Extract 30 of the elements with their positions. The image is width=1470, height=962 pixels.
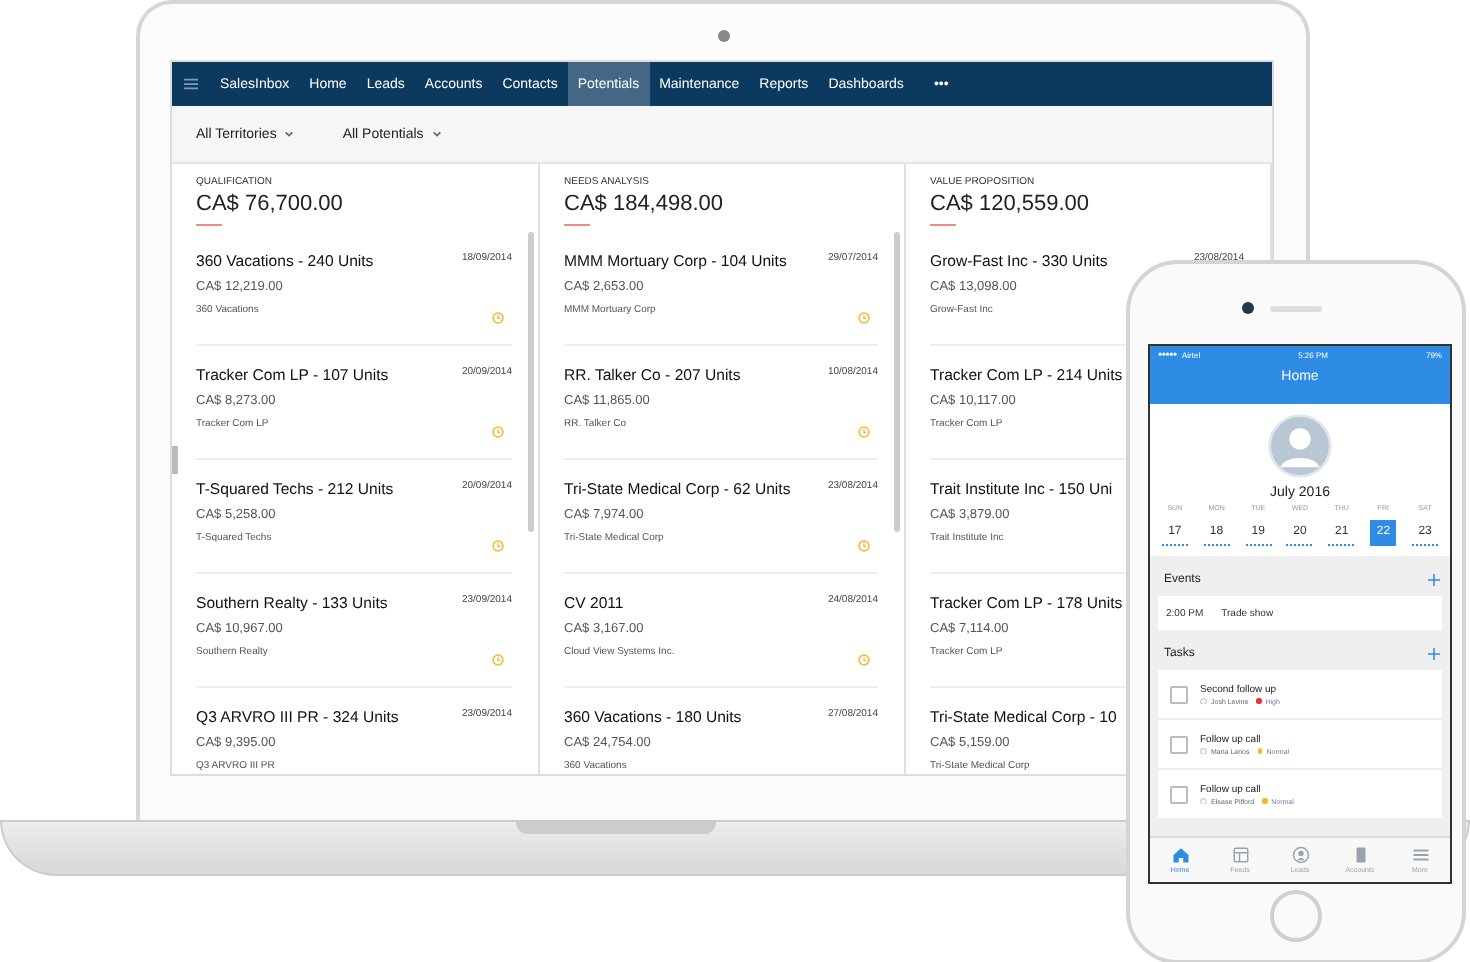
add-icon[interactable] <box>1428 647 1440 659</box>
menu-icon <box>1411 846 1429 864</box>
phone-icon <box>1351 846 1369 864</box>
scrollbar[interactable] <box>894 232 900 532</box>
stage-total: CA$ 120,559.00 <box>930 192 1092 216</box>
accent-underline <box>564 224 590 226</box>
camera-icon <box>1242 302 1254 314</box>
avatar-icon[interactable] <box>1268 414 1332 478</box>
person-icon <box>1200 747 1207 755</box>
signal-icon <box>1158 352 1178 358</box>
home-button[interactable] <box>1270 890 1322 942</box>
collapse-handle[interactable] <box>172 446 178 474</box>
person-icon <box>1291 846 1309 864</box>
grid-icon <box>1231 846 1249 864</box>
caret-icon <box>431 130 442 138</box>
camera-icon <box>718 30 730 42</box>
add-icon[interactable] <box>1428 573 1440 585</box>
person-icon <box>1200 697 1207 705</box>
caret-icon <box>284 130 295 138</box>
task-checkbox[interactable] <box>1170 785 1188 803</box>
stage-total: CA$ 76,700.00 <box>196 192 345 216</box>
home-icon <box>1171 846 1189 864</box>
accent-underline <box>196 224 222 226</box>
person-icon <box>1200 797 1207 805</box>
task-checkbox[interactable] <box>1170 735 1188 753</box>
stage-total: CA$ 184,498.00 <box>564 192 726 216</box>
menu-icon[interactable] <box>184 78 198 90</box>
task-checkbox[interactable] <box>1170 685 1188 703</box>
scrollbar[interactable] <box>528 232 534 532</box>
accent-underline <box>930 224 956 226</box>
